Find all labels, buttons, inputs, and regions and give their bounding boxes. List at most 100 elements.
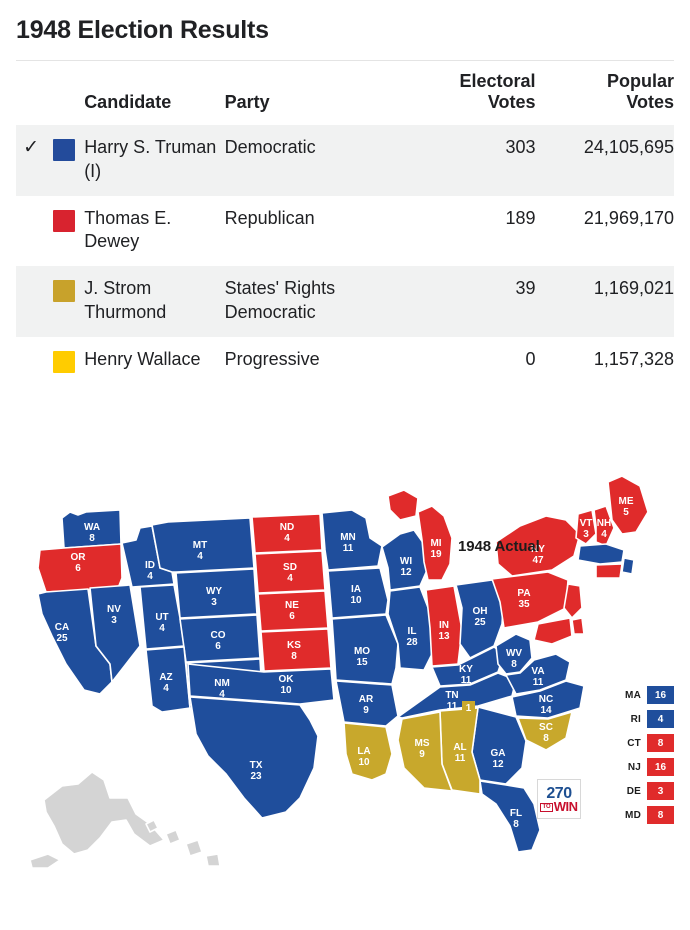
party-name: Democratic <box>224 125 412 196</box>
state-label-abbr: IA <box>351 584 361 595</box>
state-label-ev: 35 <box>518 599 530 610</box>
small-state-abbr: CT <box>627 737 641 749</box>
state-label-ev: 10 <box>358 757 370 768</box>
state-label-ev: 11 <box>343 543 354 554</box>
party-color-swatch <box>53 280 76 302</box>
270towin-logo: 270 TO WIN <box>537 779 581 819</box>
state-label-abbr: WV <box>506 648 522 659</box>
column-header-electoral-votes: Electoral Votes <box>411 61 536 125</box>
state-ma[interactable] <box>577 543 625 565</box>
party-color-swatch-cell <box>46 266 83 337</box>
state-pa[interactable] <box>491 571 569 629</box>
state-label-ev: 3 <box>111 615 117 626</box>
state-label-ev: 8 <box>89 533 95 544</box>
state-label-ev: 19 <box>430 549 442 560</box>
state-label-abbr: UT <box>155 612 168 623</box>
popular-votes-line2: Votes <box>626 92 674 112</box>
party-color-swatch-cell <box>46 195 83 266</box>
popular-votes-value: 1,169,021 <box>535 266 674 337</box>
small-state-ev-box: 4 <box>647 710 674 728</box>
winner-checkmark <box>16 266 47 337</box>
state-label-ev: 8 <box>513 819 519 830</box>
electoral-votes-value: 39 <box>411 266 536 337</box>
electoral-votes-value: 303 <box>411 125 536 196</box>
state-label-ev: 15 <box>356 657 368 668</box>
state-label-abbr: IN <box>439 620 449 631</box>
state-label-ev: 11 <box>447 701 458 712</box>
table-header-row: Candidate Party Electoral Votes Popular … <box>16 61 674 125</box>
tn-split-elector-value: 1 <box>466 703 472 714</box>
party-color-swatch-cell <box>46 336 83 385</box>
state-label-abbr: GA <box>491 748 506 759</box>
state-label-abbr: CA <box>55 622 69 633</box>
column-header-color <box>46 61 83 125</box>
winner-checkmark <box>16 336 47 385</box>
state-mi[interactable] <box>387 489 419 521</box>
table-row[interactable]: Henry Wallace Progressive 0 1,157,328 <box>16 336 674 385</box>
state-label-ev: 14 <box>540 705 552 716</box>
state-label-abbr: TX <box>250 760 263 771</box>
electoral-votes-value: 0 <box>411 336 536 385</box>
state-label-abbr: ME <box>619 496 634 507</box>
small-state-abbr: MA <box>625 689 641 701</box>
state-label-abbr: WY <box>206 586 222 597</box>
state-label-ev: 11 <box>455 753 466 764</box>
state-label-ev: 3 <box>211 597 217 608</box>
state-hi[interactable] <box>185 839 203 857</box>
table-row[interactable]: Thomas E. Dewey Republican 189 21,969,170 <box>16 195 674 266</box>
small-state-row[interactable]: RI 4 <box>588 708 674 730</box>
state-label-abbr: VA <box>531 666 544 677</box>
winner-checkmark: ✓ <box>16 125 47 196</box>
small-state-ev-box: 3 <box>647 782 674 800</box>
state-hi[interactable] <box>205 853 221 867</box>
state-label-ev: 4 <box>197 551 203 562</box>
election-results-page: 1948 Election Results Candidate Party El… <box>0 0 690 930</box>
small-state-abbr: RI <box>630 713 641 725</box>
state-label-ev: 28 <box>406 637 418 648</box>
state-label-abbr: MI <box>430 538 441 549</box>
small-state-row[interactable]: MD 8 <box>588 804 674 826</box>
state-ak[interactable] <box>29 853 61 869</box>
state-label-abbr: SC <box>539 722 553 733</box>
state-hi[interactable] <box>165 829 181 845</box>
state-label-ev: 6 <box>289 611 295 622</box>
us-map-svg: WA8OR6CA25NV3ID4MT4WY3UT4CO6AZ4 NM4ND4SD4… <box>29 475 649 869</box>
small-state-row[interactable]: NJ 16 <box>588 756 674 778</box>
popular-votes-line1: Popular <box>606 71 674 91</box>
state-nj[interactable] <box>563 583 583 619</box>
state-label-ev: 9 <box>419 749 425 760</box>
candidate-name: J. Strom Thurmond <box>82 266 225 337</box>
state-ct[interactable] <box>595 563 623 579</box>
state-label-ev: 8 <box>291 651 297 662</box>
state-label-abbr: MO <box>354 646 370 657</box>
state-tx[interactable] <box>189 696 319 819</box>
state-label-abbr: AZ <box>159 672 172 683</box>
small-state-row[interactable]: CT 8 <box>588 732 674 754</box>
state-label-abbr: KS <box>287 640 301 651</box>
page-title: 1948 Election Results <box>16 16 269 44</box>
state-ak[interactable] <box>43 771 165 855</box>
state-ri[interactable] <box>621 557 635 575</box>
party-color-swatch-cell <box>46 125 83 196</box>
state-label-abbr: IL <box>408 626 417 637</box>
small-state-row[interactable]: DE 3 <box>588 780 674 802</box>
state-label-ev: 25 <box>474 617 486 628</box>
state-label-abbr: OR <box>71 552 87 563</box>
state-label-abbr: NM <box>214 678 230 689</box>
small-state-row[interactable]: MA 16 <box>588 684 674 706</box>
state-de[interactable] <box>571 617 585 635</box>
candidate-name: Thomas E. Dewey <box>82 195 225 266</box>
state-label-abbr: MT <box>193 540 207 551</box>
state-label-ev: 9 <box>363 705 369 716</box>
state-label-abbr: ND <box>280 522 294 533</box>
state-label-abbr: NH <box>597 518 611 529</box>
party-name: States' Rights Democratic <box>224 266 412 337</box>
state-label-abbr: MN <box>340 532 356 543</box>
state-label-ev: 4 <box>284 533 290 544</box>
table-row[interactable]: J. Strom Thurmond States' Rights Democrat… <box>16 266 674 337</box>
table-row[interactable]: ✓ Harry S. Truman (I) Democratic 303 24,105,… <box>16 125 674 196</box>
state-label-abbr: OK <box>279 674 295 685</box>
state-label-abbr: LA <box>357 746 370 757</box>
logo-win-text: WIN <box>553 799 578 814</box>
electoral-votes-line2: Votes <box>487 92 536 112</box>
